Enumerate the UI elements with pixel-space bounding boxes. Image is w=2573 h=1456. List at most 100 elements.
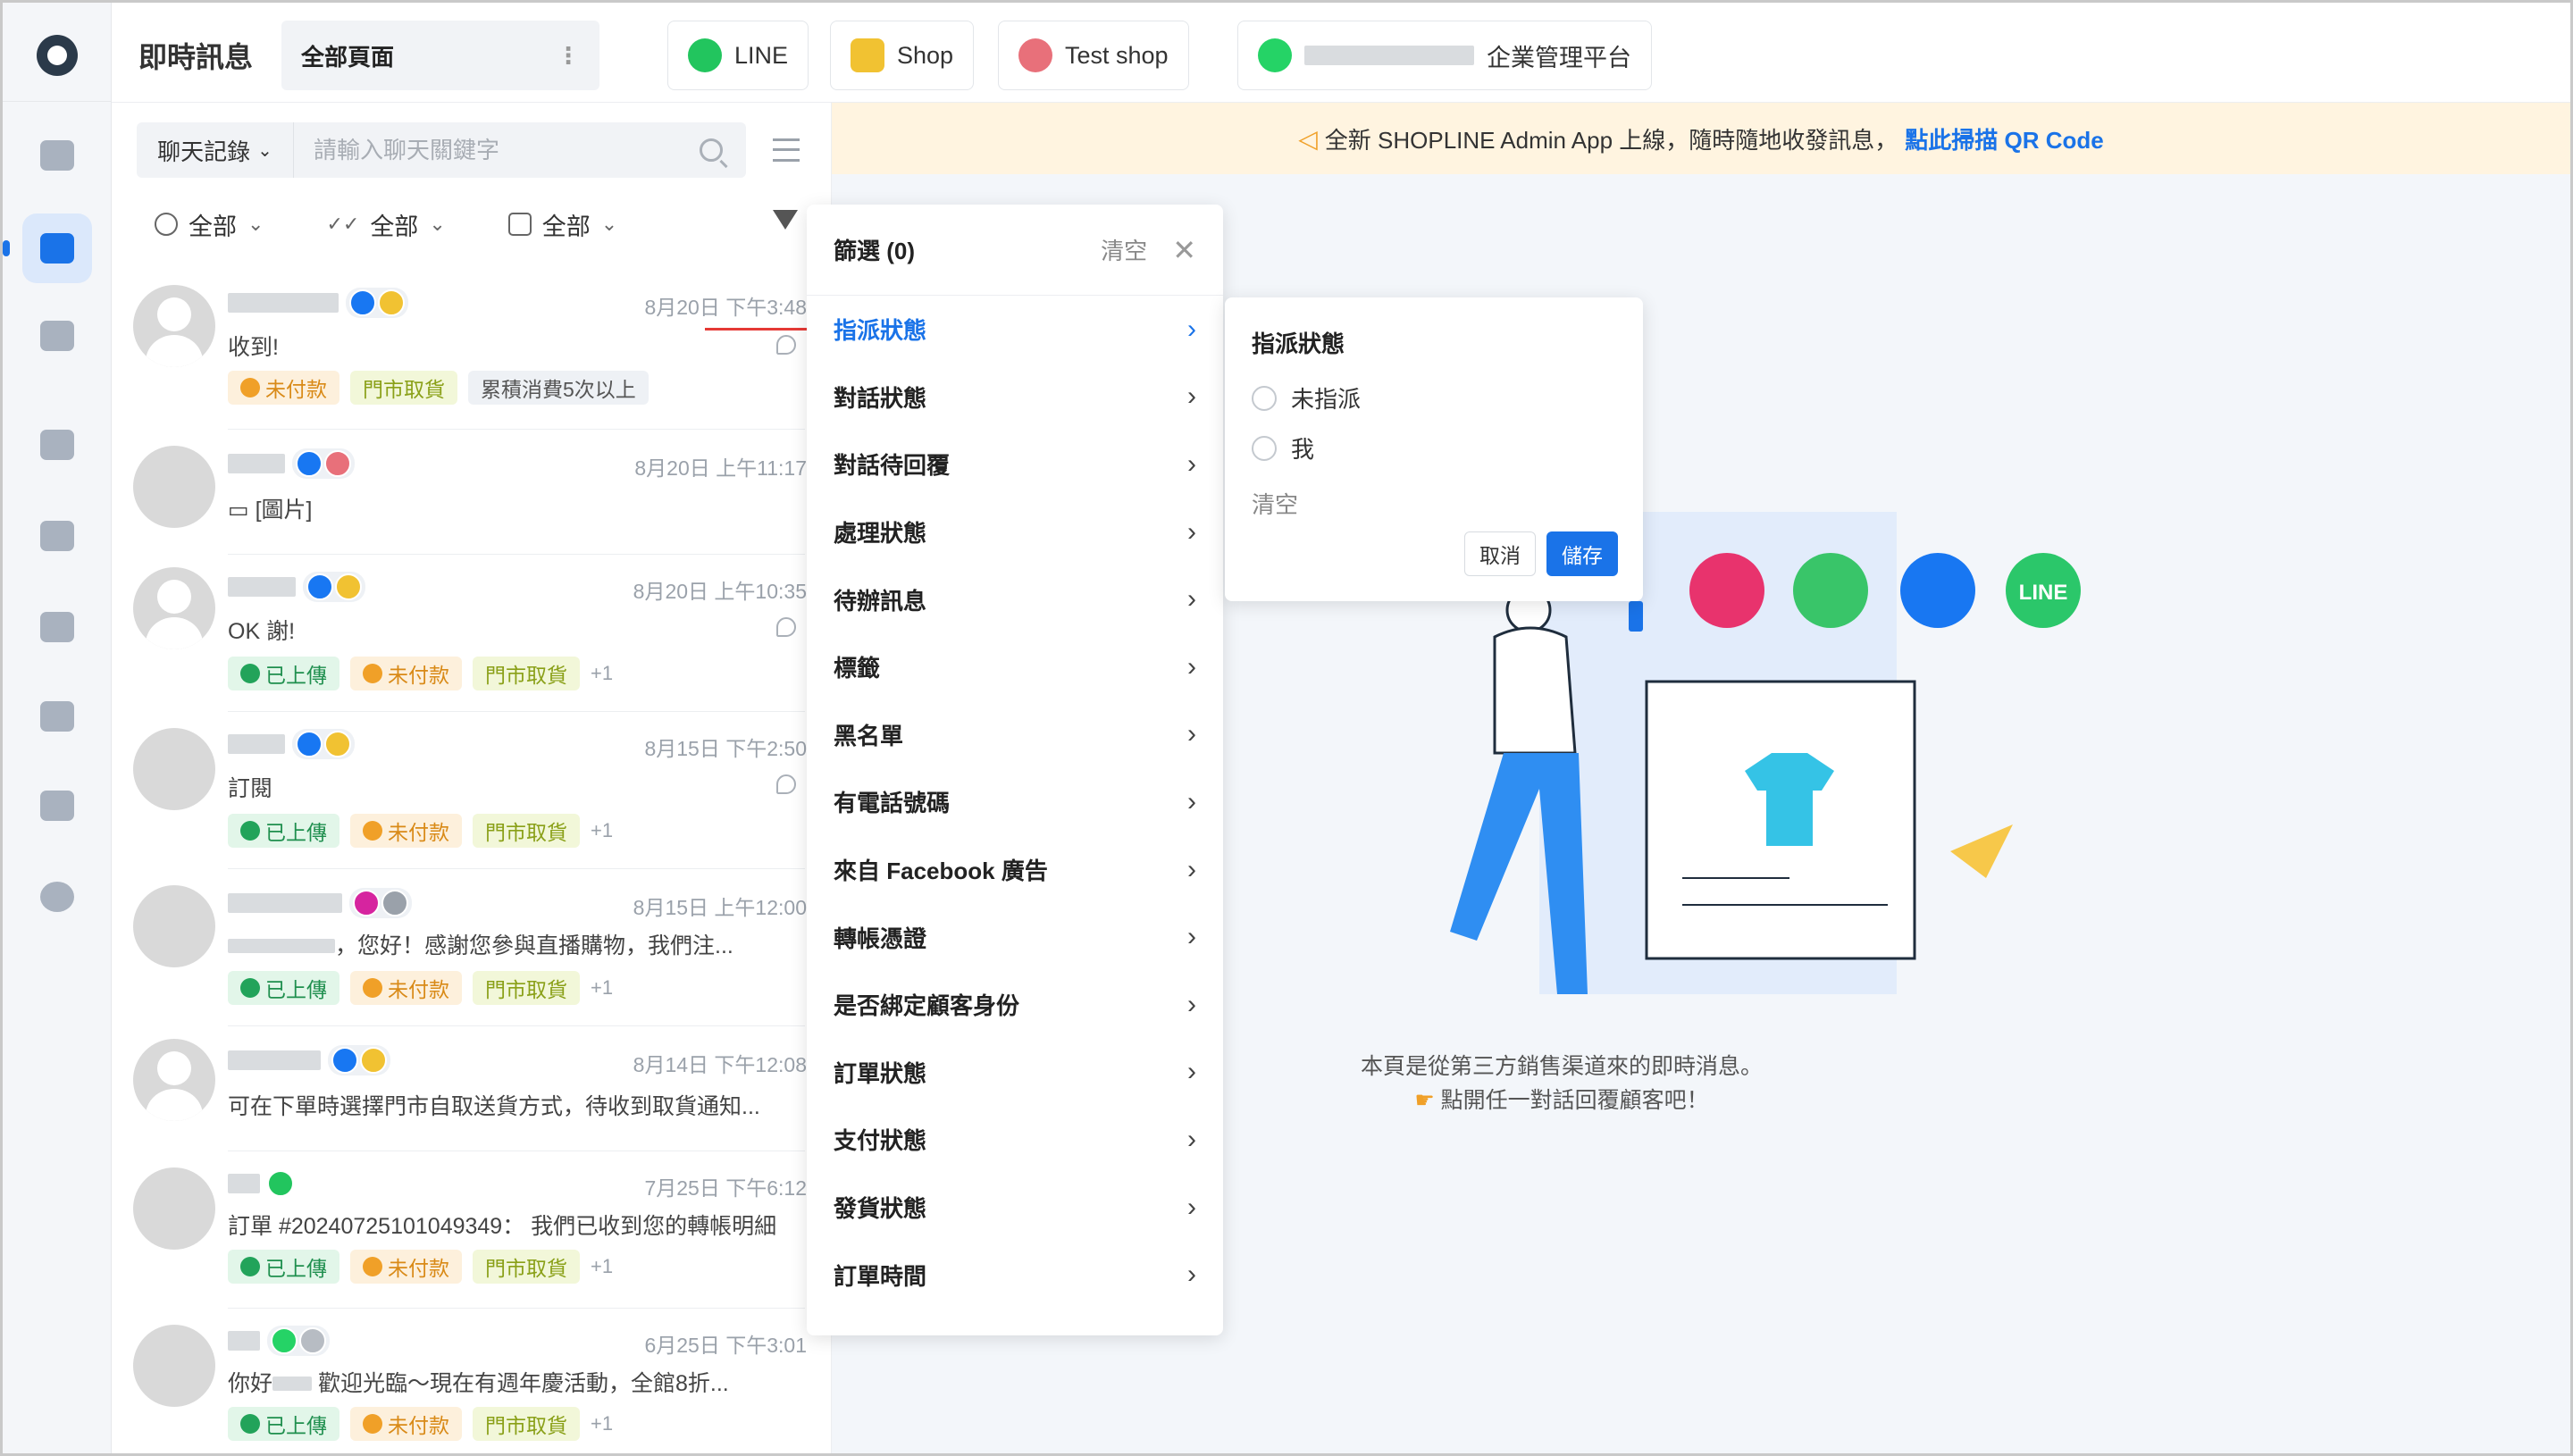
all-pages-selector[interactable]: 全部頁面 ⋮ (281, 21, 599, 90)
annotation-arrow (705, 320, 823, 338)
assignee-filter[interactable]: 全部 ⌄ (155, 207, 264, 242)
radio-me-label: 我 (1291, 436, 1315, 463)
tab-test-shop[interactable]: Test shop (998, 21, 1189, 90)
chevron-right-icon: › (1187, 651, 1196, 682)
uploaded-tag: 已上傳 (228, 1407, 339, 1441)
person-legs (1450, 753, 1588, 994)
announcement-banner: ◁ 全新 SHOPLINE Admin App 上線，隨時隨地收發訊息， 點此掃… (832, 103, 2570, 174)
read-filter-label: 全部 (370, 213, 419, 240)
conversation-item[interactable]: 8月14日 下午12:08 可在下單時選擇門市自取送貨方式，待收到取貨通知... (112, 1026, 831, 1151)
dollar-icon (363, 1414, 382, 1434)
banner-text: 全新 SHOPLINE Admin App 上線，隨時隨地收發訊息， (1324, 126, 1898, 154)
read-filter[interactable]: ✓✓ 全部 ⌄ (326, 207, 445, 242)
conversation-item[interactable]: 7月25日 下午6:12 訂單 #20240725101049349： 我們已收… (112, 1151, 831, 1309)
filter-item-handling-status[interactable]: 處理狀態 › (807, 498, 1223, 566)
filter-item-todo[interactable]: 待辦訊息 › (807, 565, 1223, 633)
filter-clear-button[interactable]: 清空 (1101, 233, 1147, 266)
close-icon[interactable]: ✕ (1172, 233, 1196, 267)
filter-item-tags[interactable]: 標籤 › (807, 633, 1223, 701)
quick-filters: 全部 ⌄ ✓✓ 全部 ⌄ 全部 ⌄ (155, 205, 680, 244)
search-icon[interactable] (700, 138, 723, 162)
filter-item-customer-binding[interactable]: 是否綁定顧客身份 › (807, 971, 1223, 1039)
search-type-select[interactable]: 聊天記錄 ⌄ (137, 122, 294, 178)
conversation-item[interactable]: 8月20日 下午3:48 收到! 未付款 門市取貨 累積消費5次以上 (112, 272, 831, 430)
conversation-item[interactable]: 8月20日 上午11:17 ▭ [圖片] (112, 430, 831, 555)
filter-item-transfer-proof[interactable]: 轉帳憑證 › (807, 903, 1223, 971)
unpaid-tag: 未付款 (228, 371, 339, 405)
filter-funnel-icon[interactable] (773, 210, 798, 230)
filter-item-order-time[interactable]: 訂單時間 › (807, 1241, 1223, 1309)
rail-settings-button[interactable] (22, 771, 92, 841)
rail-more-button[interactable] (22, 862, 92, 932)
cancel-button[interactable]: 取消 (1464, 531, 1536, 576)
radio-circle[interactable] (1252, 435, 1277, 461)
search-input[interactable] (294, 122, 700, 178)
banner-qr-link[interactable]: 點此掃描 QR Code (1905, 122, 2103, 155)
page-title: 即時訊息 (138, 41, 254, 73)
store-s-icon (299, 1327, 326, 1354)
filter-item-order-status[interactable]: 訂單狀態 › (807, 1039, 1223, 1107)
unpaid-tag: 未付款 (350, 657, 462, 690)
redacted-name (228, 1050, 321, 1070)
radio-circle[interactable] (1252, 385, 1277, 411)
list-view-icon[interactable] (773, 138, 800, 162)
conversation-item[interactable]: 8月20日 上午10:35 OK 謝! 已上傳 未付款 門市取貨 +1 (112, 555, 831, 712)
app-logo-icon[interactable] (37, 35, 78, 76)
conversation-item[interactable]: 8月15日 下午2:50 訂閱 已上傳 未付款 門市取貨 +1 (112, 712, 831, 869)
instagram-icon (353, 890, 380, 916)
kebab-menu-icon[interactable]: ⋮ (557, 42, 580, 70)
submenu-clear-button[interactable]: 清空 (1252, 487, 1298, 520)
chevron-right-icon: › (1187, 1259, 1196, 1290)
tab-line[interactable]: LINE (667, 21, 809, 90)
redacted-name (228, 939, 335, 953)
facebook-icon (349, 289, 376, 316)
store-pickup-tag: 門市取貨 (473, 1407, 580, 1441)
user-icon (155, 213, 178, 236)
submenu-title: 指派狀態 (1252, 331, 1345, 357)
more-tags-count[interactable]: +1 (591, 662, 613, 685)
filter-item-payment-status[interactable]: 支付狀態 › (807, 1106, 1223, 1174)
tab-line-label: LINE (734, 41, 789, 69)
more-tags-count[interactable]: +1 (591, 819, 613, 842)
illustration-line-label: LINE (2019, 581, 2068, 605)
filter-item-assign-status[interactable]: 指派狀態 › (807, 296, 1223, 364)
conversation-item[interactable]: 8月15日 上午12:00 ，您好！感謝您參與直播購物，我們注... 已上傳 未… (112, 869, 831, 1026)
filter-item-has-phone[interactable]: 有電話號碼 › (807, 768, 1223, 836)
facebook-icon (296, 731, 323, 757)
test-shop-icon (1018, 38, 1052, 72)
radio-me[interactable]: 我 (1252, 431, 1314, 464)
rail-team-button[interactable] (22, 682, 92, 751)
more-tags-count[interactable]: +1 (591, 1255, 613, 1278)
filter-item-blacklist[interactable]: 黑名單 › (807, 701, 1223, 769)
filter-item-facebook-ads[interactable]: 來自 Facebook 廣告 › (807, 836, 1223, 904)
filter-item-pending-reply[interactable]: 對話待回覆 › (807, 431, 1223, 498)
shop-icon (324, 731, 351, 757)
rail-active-indicator (3, 240, 10, 256)
rail-inbox-button[interactable] (22, 121, 92, 190)
avatar (133, 1325, 215, 1407)
more-tags-count[interactable]: +1 (591, 976, 613, 1000)
filter-item-delivery-status[interactable]: 發貨狀態 › (807, 1174, 1223, 1242)
avatar (133, 1039, 215, 1121)
tag-icon (40, 521, 74, 551)
redacted-name (228, 734, 285, 754)
save-button[interactable]: 儲存 (1546, 531, 1618, 576)
conversation-preview: 你好 歡迎光臨～現在有週年慶活動，全館8折... (228, 1371, 729, 1396)
rail-notification-button[interactable] (22, 592, 92, 662)
task-filter[interactable]: 全部 ⌄ (507, 207, 617, 242)
conversation-item[interactable]: 6月25日 下午3:01 你好 歡迎光臨～現在有週年慶活動，全館8折... 已上… (112, 1309, 831, 1453)
filter-item-conversation-status[interactable]: 對話狀態 › (807, 364, 1223, 431)
facebook-icon (306, 573, 333, 600)
more-tags-count[interactable]: +1 (591, 1412, 613, 1435)
check-icon (240, 1414, 260, 1434)
rail-media-button[interactable] (22, 301, 92, 371)
redacted-name (228, 893, 342, 913)
rail-bot-button[interactable] (22, 410, 92, 480)
radio-unassigned[interactable]: 未指派 (1252, 381, 1361, 414)
rail-tag-button[interactable] (22, 501, 92, 571)
rail-chat-button[interactable] (22, 213, 92, 283)
tab-enterprise[interactable]: 企業管理平台 (1237, 21, 1652, 90)
left-rail (3, 3, 112, 1453)
chat-icon (40, 233, 74, 264)
tab-shop[interactable]: Shop (830, 21, 975, 90)
